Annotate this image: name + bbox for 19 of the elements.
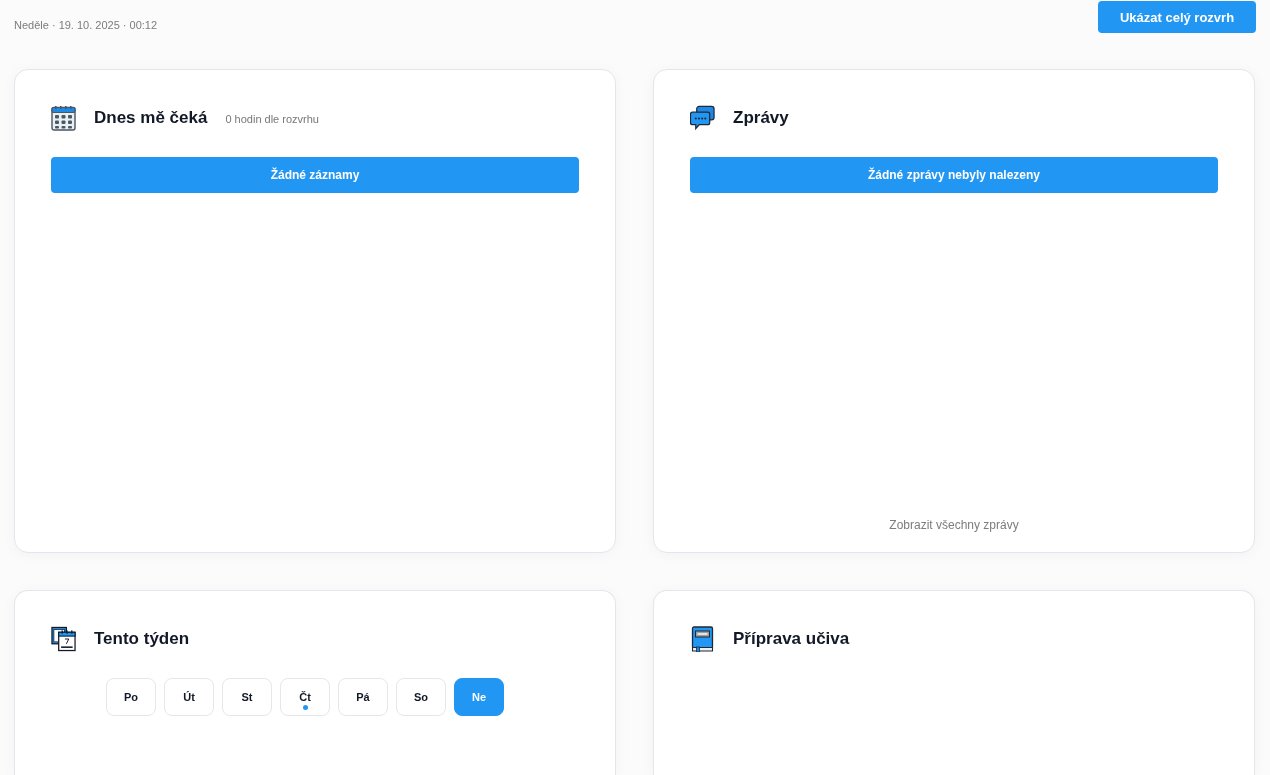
- calendar-icon: [51, 105, 76, 131]
- day-tab[interactable]: Po: [106, 678, 156, 716]
- card-title: Dnes mě čeká: [94, 108, 208, 128]
- day-tab[interactable]: Út: [164, 678, 214, 716]
- book-icon: [690, 626, 715, 652]
- card-title: Příprava učiva: [733, 629, 850, 649]
- card-title: Zprávy: [733, 108, 789, 128]
- weekly-calendar-icon: [51, 626, 76, 652]
- date-text: Neděle · 19. 10. 2025 · 00:12: [14, 19, 158, 31]
- day-tab[interactable]: So: [396, 678, 446, 716]
- card-title: Tento týden: [94, 629, 190, 649]
- card-subtitle: 0 hodin dle rozvrhu: [225, 112, 319, 125]
- day-tab[interactable]: Pá: [338, 678, 388, 716]
- day-tab[interactable]: Čt: [280, 678, 330, 716]
- empty-notice: Žádné záznamy: [51, 157, 579, 193]
- day-tab[interactable]: St: [222, 678, 272, 716]
- show-all-messages-link[interactable]: Zobrazit všechny zprávy: [889, 518, 1019, 532]
- empty-notice: Žádné zprávy nebyly nalezeny: [690, 157, 1218, 193]
- chat-bubbles-icon: [690, 105, 715, 131]
